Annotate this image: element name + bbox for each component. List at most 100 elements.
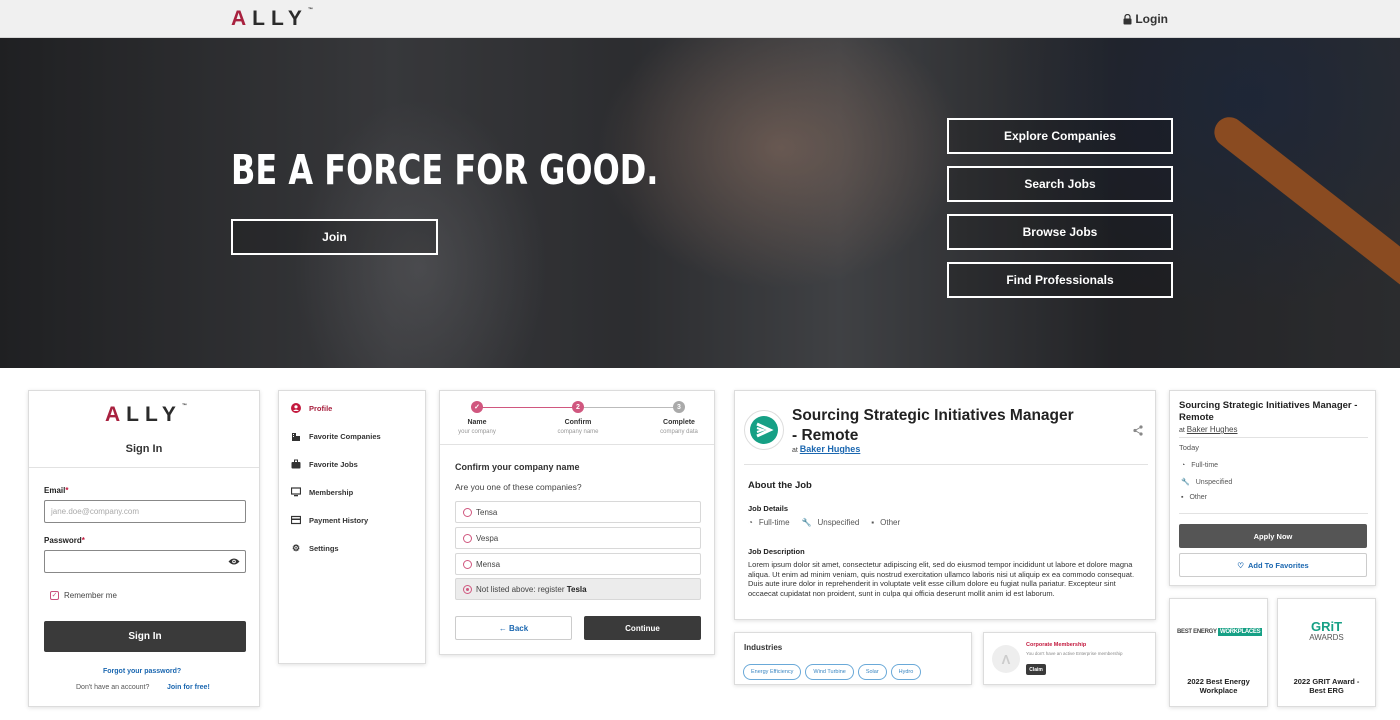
login-label: Login xyxy=(1135,12,1168,26)
ally-logo[interactable]: ALLY™ xyxy=(231,7,313,31)
summary-company-link[interactable]: Baker Hughes xyxy=(1187,425,1238,434)
membership-title: Corporate Membership xyxy=(1026,642,1087,648)
company-link[interactable]: Baker Hughes xyxy=(800,444,861,454)
job-detail-card: Sourcing Strategic Initiatives Manager -… xyxy=(734,390,1156,620)
briefcase-icon xyxy=(291,459,301,469)
sign-in-card: ALLY™ Sign In Email* jane.doe@company.co… xyxy=(28,390,260,707)
award-card-best-energy: BEST ENERGY WORKPLACES 2022 Best Energy … xyxy=(1169,598,1268,707)
industry-chip[interactable]: Solar xyxy=(857,664,887,680)
search-jobs-button[interactable]: Search Jobs xyxy=(947,166,1173,202)
no-account-text: Don't have an account? xyxy=(76,684,150,691)
step-1-sub: your company xyxy=(458,429,496,435)
sidebar-item-favorite-jobs[interactable]: Favorite Jobs xyxy=(291,459,358,469)
company-option-tensa[interactable]: Tensa xyxy=(455,501,701,523)
best-energy-workplaces-logo: BEST ENERGY WORKPLACES xyxy=(1177,628,1263,636)
company-option-vespa[interactable]: Vespa xyxy=(455,527,701,549)
industries-heading: Industries xyxy=(744,643,783,652)
remember-me-checkbox[interactable]: ✓ xyxy=(50,591,59,600)
sidebar-item-profile[interactable]: Profile xyxy=(291,403,332,413)
job-title: Sourcing Strategic Initiatives Manager -… xyxy=(792,407,1074,444)
description-heading: Job Description xyxy=(748,547,805,556)
summary-meta-other: ▪ Other xyxy=(1181,494,1207,501)
membership-text: You don't have an active Enterprise memb… xyxy=(1026,651,1123,656)
monitor-icon xyxy=(291,487,301,497)
wrench-icon: 🔧 xyxy=(1181,479,1190,486)
remember-me-label: Remember me xyxy=(64,591,117,600)
briefcase-icon: ▪ xyxy=(1181,494,1184,501)
company-wizard-card: ✓ 2 3 Name your company Confirm company … xyxy=(439,390,715,655)
password-label: Password* xyxy=(44,536,85,545)
step-1-label: Name xyxy=(467,419,487,426)
summary-meta-unspecified: 🔧 Unspecified xyxy=(1181,478,1233,487)
hero-banner: BE A FORCE FOR GOOD. Join Explore Compan… xyxy=(0,38,1400,368)
sidebar-item-settings[interactable]: ⚙ Settings xyxy=(291,543,339,553)
lock-icon xyxy=(1123,13,1132,24)
sign-in-title: Sign In xyxy=(125,443,163,455)
join-button[interactable]: Join xyxy=(231,219,438,255)
hero-title: BE A FORCE FOR GOOD. xyxy=(231,146,659,194)
gear-icon: ⚙ xyxy=(291,542,301,553)
posted-date: Today xyxy=(1179,443,1200,452)
award-title: 2022 GRIT Award - Best ERG xyxy=(1293,677,1360,695)
credit-card-icon xyxy=(291,515,301,525)
password-field[interactable] xyxy=(44,550,246,573)
clock-icon: ◔ xyxy=(1181,462,1186,469)
step-3-indicator: 3 xyxy=(673,401,685,413)
award-title: 2022 Best Energy Workplace xyxy=(1187,677,1250,695)
forgot-password-link[interactable]: Forgot your password? xyxy=(103,668,181,675)
explore-companies-button[interactable]: Explore Companies xyxy=(947,118,1173,154)
step-2-indicator: 2 xyxy=(572,401,584,413)
company-option-mensa[interactable]: Mensa xyxy=(455,553,701,575)
corporate-membership-card: Λ Corporate Membership You don't have an… xyxy=(983,632,1156,685)
building-icon xyxy=(291,431,301,441)
apply-now-button[interactable]: Apply Now xyxy=(1179,524,1367,548)
summary-title: Sourcing Strategic Initiatives Manager -… xyxy=(1179,400,1358,423)
step-2-label: Confirm xyxy=(564,419,592,426)
step-1-done-icon: ✓ xyxy=(471,401,483,413)
account-sidebar: Profile Favorite Companies Favorite Jobs… xyxy=(278,390,426,664)
login-link[interactable]: Login xyxy=(1123,12,1168,26)
job-details-row: ◔ Full-time 🔧 Unspecified ▪ Other xyxy=(748,518,901,527)
briefcase-icon: ▪ xyxy=(871,518,875,527)
company-logo xyxy=(744,410,784,450)
ally-logo: ALLY™ xyxy=(105,403,187,426)
step-3-sub: company data xyxy=(660,429,698,435)
back-button[interactable]: ← Back xyxy=(455,616,572,640)
find-professionals-button[interactable]: Find Professionals xyxy=(947,262,1173,298)
company-option-not-listed[interactable]: Not listed above: register Tesla xyxy=(455,578,701,600)
industry-chip[interactable]: Energy Efficiency xyxy=(743,664,802,680)
share-icon[interactable] xyxy=(1133,425,1143,436)
sidebar-item-membership[interactable]: Membership xyxy=(291,487,353,497)
sidebar-item-payment-history[interactable]: Payment History xyxy=(291,515,368,525)
step-3-label: Complete xyxy=(663,419,695,426)
email-label: Email* xyxy=(44,486,69,495)
join-free-link[interactable]: Join for free! xyxy=(167,684,210,691)
wizard-heading: Confirm your company name xyxy=(455,462,580,472)
industry-chip[interactable]: Hydro xyxy=(890,664,922,680)
browse-jobs-button[interactable]: Browse Jobs xyxy=(947,214,1173,250)
about-heading: About the Job xyxy=(748,480,812,491)
wizard-question: Are you one of these companies? xyxy=(455,482,582,492)
add-to-favorites-button[interactable]: ♡ Add To Favorites xyxy=(1179,553,1367,577)
step-2-sub: company name xyxy=(557,429,599,435)
summary-meta-fulltime: ◔ Full-time xyxy=(1181,462,1219,469)
baker-hughes-logo-icon xyxy=(750,416,778,444)
clock-icon: ◔ xyxy=(748,518,753,527)
continue-button[interactable]: Continue xyxy=(584,616,701,640)
email-field[interactable]: jane.doe@company.com xyxy=(44,500,246,523)
award-card-grit: GRiT AWARDS 2022 GRIT Award - Best ERG xyxy=(1277,598,1376,707)
user-circle-icon xyxy=(291,403,301,413)
industries-card: Industries Energy Efficiency Wind Turbine… xyxy=(734,632,972,685)
claim-button[interactable]: Claim xyxy=(1026,664,1046,675)
wrench-icon: 🔧 xyxy=(801,518,812,527)
industry-chip[interactable]: Wind Turbine xyxy=(805,664,854,680)
details-heading: Job Details xyxy=(748,504,789,513)
membership-avatar: Λ xyxy=(992,645,1020,673)
sign-in-button[interactable]: Sign In xyxy=(44,621,246,652)
eye-icon[interactable] xyxy=(228,557,240,566)
job-summary-card: Sourcing Strategic Initiatives Manager -… xyxy=(1169,390,1376,586)
heart-icon: ♡ xyxy=(1237,560,1245,570)
job-description: Lorem ipsum dolor sit amet, consectetur … xyxy=(748,560,1135,598)
sidebar-item-favorite-companies[interactable]: Favorite Companies xyxy=(291,431,381,441)
top-nav-bar: ALLY™ Login xyxy=(0,0,1400,38)
